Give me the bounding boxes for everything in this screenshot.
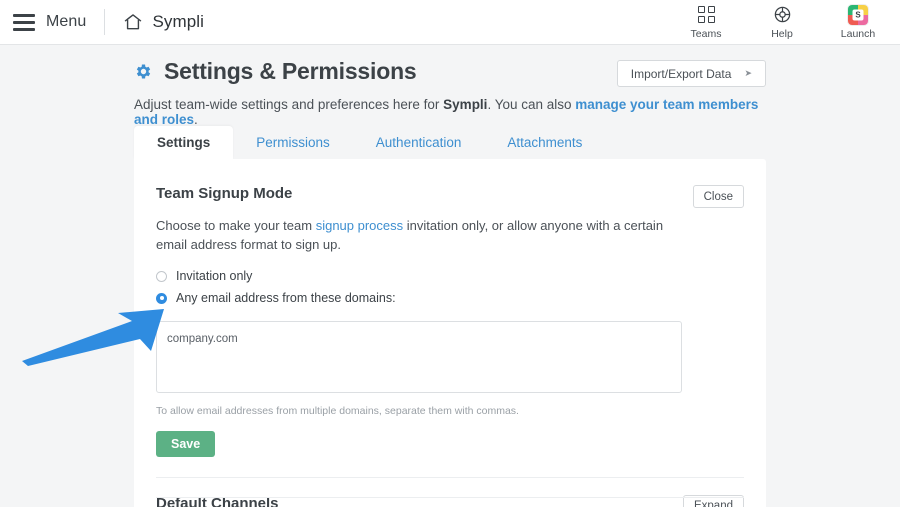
any-email-domains-radio[interactable]: [156, 292, 167, 304]
any-email-domains-label: Any email address from these domains:: [176, 291, 396, 306]
tab-permissions-label: Permissions: [256, 135, 330, 150]
topbar-item-teams-label: Teams: [690, 27, 722, 40]
team-signup-header: Team Signup Mode Close: [156, 185, 744, 208]
topbar-item-teams[interactable]: Teams: [678, 5, 734, 40]
tab-settings-label: Settings: [157, 135, 211, 150]
domains-textarea[interactable]: [156, 320, 682, 393]
gear-icon: [136, 64, 151, 79]
top-navigation-bar: Menu Sympli Teams Help S Launch: [0, 0, 900, 45]
subtitle-team-name: Sympli: [443, 97, 488, 112]
tab-settings[interactable]: Settings: [134, 126, 234, 159]
topbar-item-launch-label: Launch: [840, 27, 876, 40]
tab-attachments-label: Attachments: [507, 135, 583, 150]
team-signup-description: Choose to make your team signup process …: [156, 217, 686, 255]
settings-tab-bar: Settings Permissions Authentication Atta…: [134, 126, 605, 159]
default-channels-section: Default Channels Expand Choose the chann…: [156, 478, 744, 507]
close-section-label: Close: [703, 190, 733, 203]
invitation-only-label: Invitation only: [176, 269, 253, 284]
chevron-right-icon: ➤: [744, 68, 752, 78]
tab-attachments[interactable]: Attachments: [484, 126, 605, 159]
topbar-divider: [104, 9, 106, 35]
topbar-actions: Teams Help S Launch: [678, 4, 886, 40]
expand-section-label: Expand: [693, 500, 733, 507]
topbar-item-launch[interactable]: S Launch: [830, 4, 886, 40]
radio-row-any-email-domains[interactable]: Any email address from these domains:: [156, 289, 744, 308]
subtitle-mid: . You can also: [487, 97, 576, 112]
save-button[interactable]: Save: [156, 430, 216, 457]
radio-row-invitation-only[interactable]: Invitation only: [156, 267, 744, 286]
topbar-item-help[interactable]: Help: [754, 5, 810, 40]
team-signup-mode-section: Team Signup Mode Close Choose to make yo…: [156, 185, 744, 457]
close-section-button[interactable]: Close: [692, 185, 744, 208]
subtitle-pre: Adjust team-wide settings and preference…: [134, 97, 444, 112]
page-header: Settings & Permissions Adjust team-wide …: [134, 58, 766, 127]
domains-hint-text: To allow email addresses from multiple d…: [156, 404, 519, 417]
page-title: Settings & Permissions: [164, 58, 417, 84]
signup-mode-radio-group: Invitation only Any email address from t…: [156, 267, 744, 308]
tab-authentication-label: Authentication: [375, 135, 462, 150]
home-icon[interactable]: [123, 12, 143, 32]
tab-permissions[interactable]: Permissions: [233, 126, 353, 159]
card-bottom-divider: [156, 497, 744, 498]
grid-icon: [697, 5, 715, 25]
topbar-item-help-label: Help: [771, 27, 793, 40]
lifebuoy-icon: [773, 5, 792, 25]
brand-name[interactable]: Sympli: [152, 12, 204, 32]
settings-card-content: Team Signup Mode Close Choose to make yo…: [134, 159, 766, 507]
import-export-data-button[interactable]: Import/Export Data ➤: [616, 60, 766, 87]
team-signup-title: Team Signup Mode: [156, 185, 293, 202]
subtitle-post: .: [194, 112, 198, 127]
launch-app-icon: S: [848, 4, 868, 25]
import-export-label: Import/Export Data: [630, 66, 732, 81]
app-root: Menu Sympli Teams Help S Launch Settings…: [0, 0, 900, 507]
settings-card: Team Signup Mode Close Choose to make yo…: [134, 159, 766, 507]
page-subtitle: Adjust team-wide settings and preference…: [134, 97, 766, 127]
page-body: Settings & Permissions Adjust team-wide …: [0, 45, 900, 507]
signup-process-link[interactable]: signup process: [316, 218, 403, 233]
menu-label[interactable]: Menu: [46, 13, 86, 31]
hamburger-menu-icon[interactable]: [13, 13, 35, 31]
invitation-only-radio[interactable]: [156, 270, 167, 282]
tab-authentication[interactable]: Authentication: [353, 126, 485, 159]
signup-desc-pre: Choose to make your team: [156, 218, 316, 233]
launch-badge: S: [852, 9, 864, 20]
